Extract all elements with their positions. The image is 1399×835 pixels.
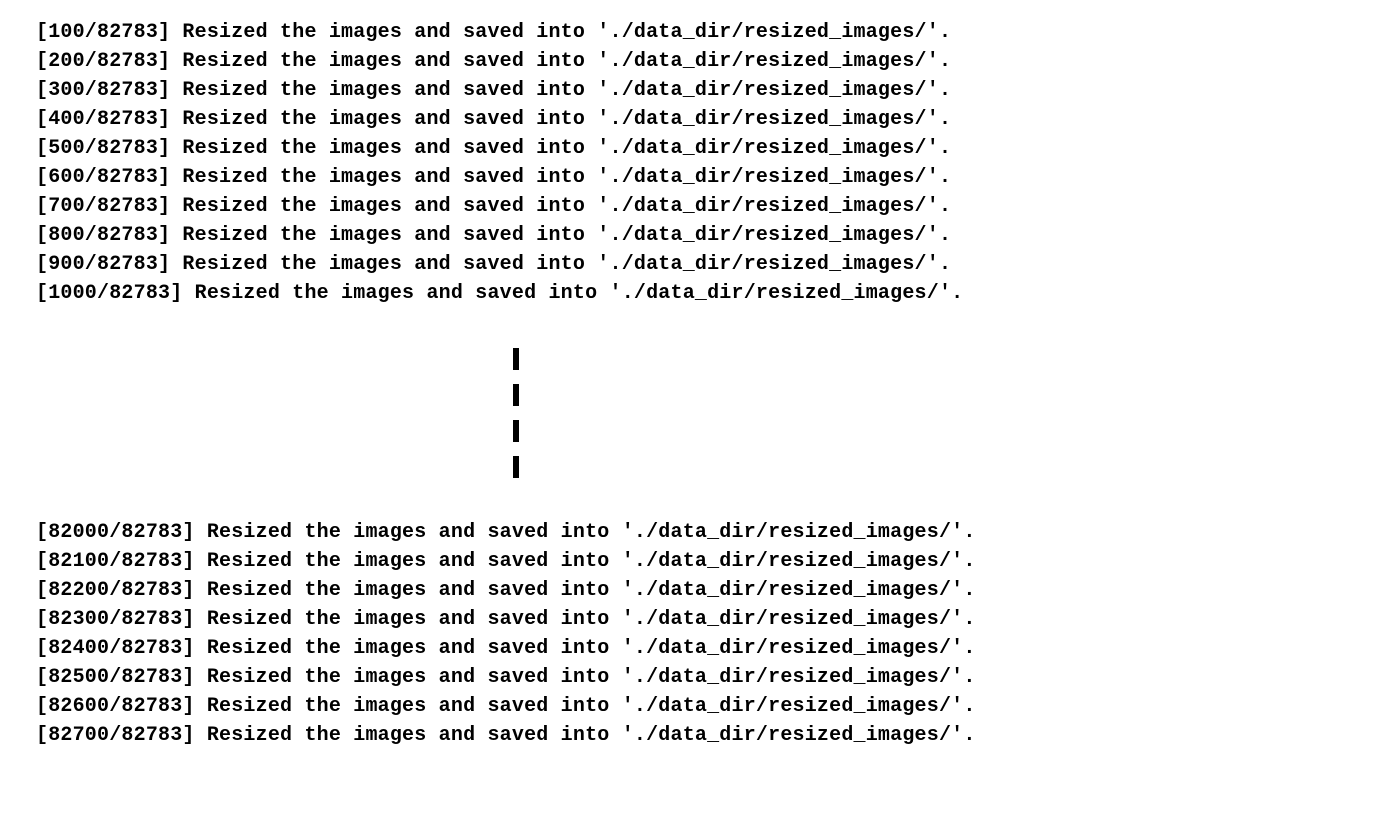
log-line: [900/82783] Resized the images and saved…: [36, 250, 1399, 279]
terminal-output: [100/82783] Resized the images and saved…: [0, 0, 1399, 750]
log-line: [300/82783] Resized the images and saved…: [36, 76, 1399, 105]
log-line: [100/82783] Resized the images and saved…: [36, 18, 1399, 47]
log-line: [82500/82783] Resized the images and sav…: [36, 663, 1399, 692]
log-line: [800/82783] Resized the images and saved…: [36, 221, 1399, 250]
ellipsis-tick: [513, 384, 519, 406]
log-line: [400/82783] Resized the images and saved…: [36, 105, 1399, 134]
log-line: [82000/82783] Resized the images and sav…: [36, 518, 1399, 547]
vertical-ellipsis-icon: [36, 348, 996, 478]
ellipsis-tick: [513, 456, 519, 478]
log-line: [82600/82783] Resized the images and sav…: [36, 692, 1399, 721]
log-line: [82400/82783] Resized the images and sav…: [36, 634, 1399, 663]
ellipsis-tick: [513, 420, 519, 442]
log-line: [82700/82783] Resized the images and sav…: [36, 721, 1399, 750]
log-line: [82100/82783] Resized the images and sav…: [36, 547, 1399, 576]
ellipsis-tick: [513, 348, 519, 370]
log-block-top: [100/82783] Resized the images and saved…: [36, 18, 1399, 308]
log-line: [200/82783] Resized the images and saved…: [36, 47, 1399, 76]
log-line: [700/82783] Resized the images and saved…: [36, 192, 1399, 221]
log-line: [500/82783] Resized the images and saved…: [36, 134, 1399, 163]
log-line: [82300/82783] Resized the images and sav…: [36, 605, 1399, 634]
log-line: [600/82783] Resized the images and saved…: [36, 163, 1399, 192]
log-line: [82200/82783] Resized the images and sav…: [36, 576, 1399, 605]
log-line: [1000/82783] Resized the images and save…: [36, 279, 1399, 308]
log-block-bottom: [82000/82783] Resized the images and sav…: [36, 518, 1399, 750]
